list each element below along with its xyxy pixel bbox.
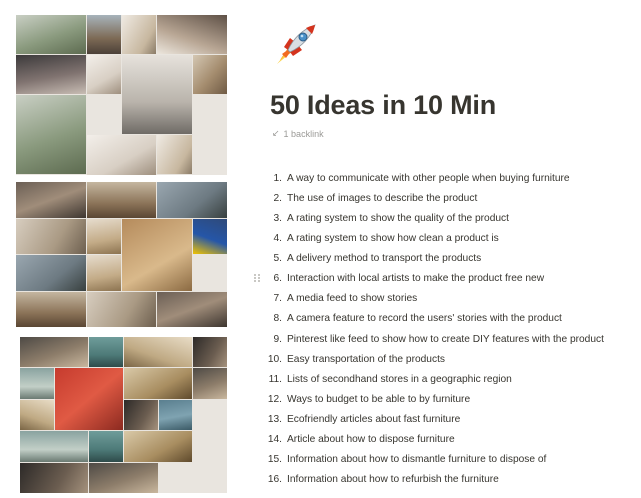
list-item[interactable]: 15. Information about how to dismantle fu… <box>266 450 636 470</box>
arrow-down-left-icon: ↙ <box>272 128 280 138</box>
list-item-text: The use of images to describe the produc… <box>287 192 478 204</box>
photo-tile <box>121 55 192 134</box>
photo-tile <box>16 291 86 327</box>
photo-tile <box>86 291 157 327</box>
list-item-text: A rating system to show the quality of t… <box>287 212 509 224</box>
list-item-text: A way to communicate with other people w… <box>287 172 570 184</box>
photo-tile <box>157 291 227 327</box>
list-item-number: 11. <box>268 373 282 385</box>
list-item-number: 6. <box>273 273 283 285</box>
photo-tile <box>86 218 121 254</box>
ideas-list: 1. A way to communicate with other people… <box>254 168 636 490</box>
list-item[interactable]: 8. A camera feature to record the users' … <box>266 309 636 329</box>
photo-tile <box>192 55 227 94</box>
backlinks-button[interactable]: ↙ 1 backlink <box>272 128 324 139</box>
list-item[interactable]: 13. Ecofriendly articles about fast furni… <box>266 410 636 430</box>
photo-tile <box>16 55 86 94</box>
rocket-icon[interactable] <box>270 20 320 70</box>
list-item-text: Information about how to refurbish the f… <box>287 474 499 486</box>
list-item[interactable]: 5. A delivery method to transport the pro… <box>266 249 636 269</box>
photo-tile <box>54 368 123 431</box>
photo-tile <box>89 462 158 493</box>
photo-tile <box>86 182 157 218</box>
photo-tile <box>157 182 227 218</box>
list-item-text: Article about how to dispose furniture <box>287 434 455 446</box>
photo-tile <box>121 15 157 54</box>
photo-tile <box>193 337 227 368</box>
list-item-text: Ways to budget to be able to by furnitur… <box>287 393 471 405</box>
photo-tile <box>192 218 227 254</box>
photo-tile <box>16 182 86 218</box>
list-item-number: 15. <box>267 454 282 466</box>
moodboard-image-moving-homes[interactable] <box>16 15 227 175</box>
list-item-text: Interaction with local artists to make t… <box>287 273 545 285</box>
list-item-text: Pinterest like feed to show how to creat… <box>287 333 604 345</box>
list-item[interactable]: 4. A rating system to show how clean a pr… <box>266 228 636 248</box>
photo-tile <box>20 431 89 462</box>
photo-tile <box>157 135 192 174</box>
photo-tile <box>121 218 192 291</box>
list-item-text: Easy transportation of the products <box>287 353 445 365</box>
drag-handle-icon[interactable] <box>254 273 261 283</box>
photo-tile <box>20 462 89 493</box>
backlinks-label: 1 backlink <box>283 128 324 139</box>
list-item-number: 7. <box>273 293 283 305</box>
list-item[interactable]: 16. Information about how to refurbish th… <box>266 470 636 490</box>
photo-tile <box>157 15 227 54</box>
list-item-number: 16. <box>267 474 282 486</box>
list-item-text: A camera feature to record the users' st… <box>287 313 562 325</box>
list-item[interactable]: 11. Lists of secondhand stores in a geogr… <box>266 369 636 389</box>
list-item[interactable]: 7. A media feed to show stories <box>266 289 636 309</box>
photo-tile <box>86 55 121 94</box>
list-item-text: Ecofriendly articles about fast furnitur… <box>287 414 461 426</box>
moodboard-image-secondhand-stores[interactable] <box>16 182 227 327</box>
list-item[interactable]: 1. A way to communicate with other people… <box>266 168 636 188</box>
list-item-number: 1. <box>273 172 283 184</box>
photo-tile <box>16 15 86 54</box>
page-title[interactable]: 50 Ideas in 10 Min <box>270 90 496 121</box>
moodboard-image-refurbished-furniture[interactable] <box>20 337 227 493</box>
list-item[interactable]: 9. Pinterest like feed to show how to cre… <box>266 329 636 349</box>
list-item[interactable]: 2. The use of images to describe the prod… <box>266 188 636 208</box>
photo-tile <box>124 399 158 431</box>
photo-tile <box>89 431 123 462</box>
photo-tile <box>20 399 54 431</box>
list-item-text: Lists of secondhand stores in a geograph… <box>287 373 512 385</box>
list-item[interactable]: 3. A rating system to show the quality of… <box>266 208 636 228</box>
photo-tile <box>86 135 157 175</box>
photo-tile <box>158 399 193 431</box>
list-item[interactable]: 10. Easy transportation of the products <box>266 349 636 369</box>
photo-tile <box>16 255 86 291</box>
photo-tile <box>20 368 54 399</box>
notion-page: 50 Ideas in 10 Min ↙ 1 backlink 1. A way … <box>0 0 641 498</box>
list-item[interactable]: 14. Article about how to dispose furnitur… <box>266 430 636 450</box>
photo-tile <box>86 15 121 54</box>
list-item-text: A delivery method to transport the produ… <box>287 253 482 265</box>
photo-tile <box>193 368 227 399</box>
list-item-number: 5. <box>273 253 283 265</box>
list-item-text: A rating system to show how clean a prod… <box>287 232 499 244</box>
list-item-number: 9. <box>273 333 283 345</box>
list-item[interactable]: 12. Ways to budget to be able to by furni… <box>266 389 636 409</box>
list-item-number: 10. <box>267 353 282 365</box>
photo-tile <box>16 95 86 174</box>
list-item-number: 3. <box>273 212 283 224</box>
photo-tile <box>124 368 193 399</box>
list-item-number: 2. <box>273 192 283 204</box>
photo-tile <box>86 255 121 291</box>
photo-tile <box>124 337 193 368</box>
list-item-number: 14. <box>267 434 282 446</box>
list-item-number: 13. <box>267 414 282 426</box>
photo-tile <box>89 337 123 368</box>
photo-tile <box>16 218 86 254</box>
list-item[interactable]: 6. Interaction with local artists to make… <box>254 269 636 289</box>
photo-tile <box>124 431 193 462</box>
list-item-text: Information about how to dismantle furni… <box>287 454 547 466</box>
photo-tile <box>20 337 89 368</box>
list-item-number: 8. <box>273 313 283 325</box>
list-item-number: 4. <box>273 232 283 244</box>
list-item-text: A media feed to show stories <box>287 293 418 305</box>
list-item-number: 12. <box>267 393 282 405</box>
